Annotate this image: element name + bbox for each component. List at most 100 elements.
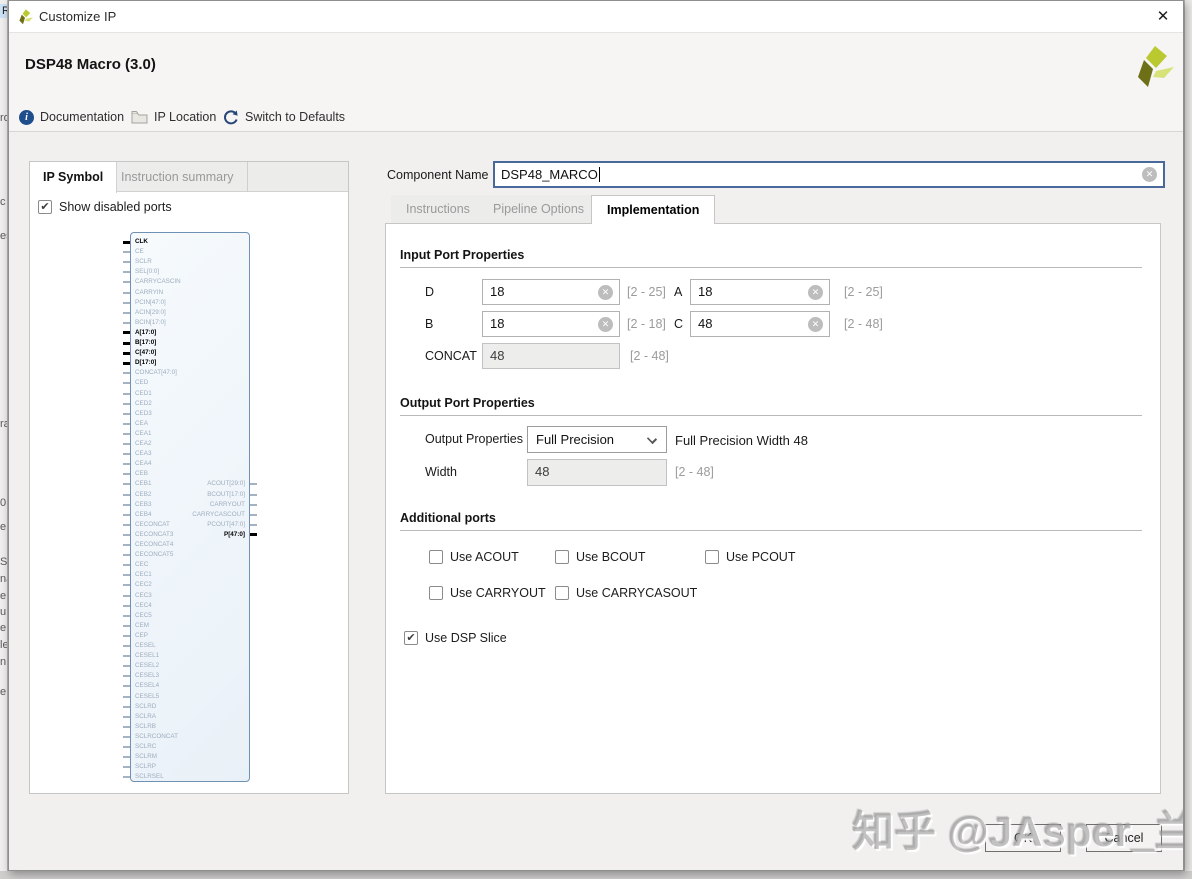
port-stub — [123, 422, 130, 425]
d-width-input[interactable]: 18 ✕ — [482, 279, 620, 305]
background-text-fragment: c — [0, 196, 6, 208]
close-icon[interactable]: ✕ — [1151, 5, 1175, 29]
cancel-button[interactable]: Cancel — [1086, 824, 1162, 852]
port-stub — [123, 513, 130, 516]
symbol-port-d170: D[17:0] — [123, 358, 249, 368]
use-dsp-slice-label: Use DSP Slice — [425, 631, 507, 645]
clear-icon[interactable]: ✕ — [598, 284, 613, 300]
tab-implementation[interactable]: Implementation — [591, 195, 716, 224]
symbol-port-bcin170: BCIN[17:0] — [123, 318, 249, 328]
symbol-port-sclrp: SCLRP — [123, 762, 249, 772]
use-pcout-checkbox[interactable]: Use PCOUT — [705, 550, 795, 564]
port-stub — [123, 291, 130, 294]
clear-icon[interactable]: ✕ — [808, 316, 823, 332]
clear-icon[interactable]: ✕ — [598, 316, 613, 332]
a-width-value: 18 — [698, 284, 713, 299]
b-width-input[interactable]: 18 ✕ — [482, 311, 620, 337]
ip-location-button[interactable]: IP Location — [131, 107, 216, 127]
background-text-fragment: n — [0, 656, 7, 668]
port-stub — [123, 523, 130, 526]
symbol-port-cesel3: CESEL3 — [123, 671, 249, 681]
port-stub — [123, 533, 130, 536]
switch-to-defaults-button[interactable]: Switch to Defaults — [223, 107, 345, 127]
customize-ip-dialog: Customize IP ✕ DSP48 Macro (3.0) i Docum… — [8, 0, 1184, 871]
checkbox-icon[interactable] — [429, 550, 443, 564]
port-stub — [123, 655, 130, 658]
symbol-port-a170: A[17:0] — [123, 328, 249, 338]
port-stub — [123, 240, 130, 244]
checkbox-icon[interactable]: ✔ — [404, 631, 418, 645]
port-stub — [123, 604, 130, 607]
chevron-down-icon — [646, 433, 658, 445]
symbol-port-cec3: CEC3 — [123, 591, 249, 601]
use-acout-checkbox[interactable]: Use ACOUT — [429, 550, 519, 564]
dialog-titlebar[interactable]: Customize IP ✕ — [9, 1, 1183, 33]
ip-symbol-diagram: CLK CE SCLR SEL[0:0] CARRYCASCIN CARRYIN PCIN[… — [123, 232, 257, 782]
background-text-fragment: SF — [0, 556, 8, 568]
symbol-port-acin290: ACIN[29:0] — [123, 308, 249, 318]
port-stub — [123, 574, 130, 577]
width-value: 48 — [535, 464, 550, 479]
tab-pipeline-options[interactable]: Pipeline Options — [478, 195, 601, 223]
width-input: 48 — [527, 459, 667, 486]
port-stub — [123, 261, 130, 264]
port-stub — [123, 766, 130, 769]
folder-icon — [131, 110, 148, 124]
symbol-port-ceconcat5: CECONCAT5 — [123, 550, 249, 560]
tab-ip-symbol[interactable]: IP Symbol — [30, 162, 118, 193]
port-stub — [250, 533, 257, 537]
a-width-input[interactable]: 18 ✕ — [690, 279, 830, 305]
checkbox-icon[interactable] — [429, 586, 443, 600]
clear-icon[interactable]: ✕ — [808, 284, 823, 300]
symbol-port-sclrsel: SCLRSEL — [123, 772, 249, 782]
port-stub — [123, 624, 130, 627]
port-stub — [123, 361, 130, 365]
tab-instructions[interactable]: Instructions — [391, 195, 486, 223]
switch-to-defaults-label: Switch to Defaults — [245, 110, 346, 124]
xilinx-logo-icon — [1132, 45, 1174, 89]
port-stub — [250, 513, 257, 516]
checkbox-icon[interactable]: ✔ — [38, 200, 52, 214]
symbol-port-sclrm: SCLRM — [123, 752, 249, 762]
use-carryout-checkbox[interactable]: Use CARRYOUT — [429, 586, 546, 600]
symbol-port-ced3: CED3 — [123, 409, 249, 419]
text-cursor — [598, 167, 600, 182]
port-stub — [123, 271, 130, 274]
port-stub — [123, 685, 130, 688]
use-dsp-slice-checkbox[interactable]: ✔ Use DSP Slice — [404, 631, 507, 645]
symbol-port-ceb: CEB — [123, 469, 249, 479]
port-stub — [123, 331, 130, 335]
port-stub — [123, 564, 130, 567]
symbol-port-cea3: CEA3 — [123, 449, 249, 459]
output-properties-select[interactable]: Full Precision — [527, 426, 667, 453]
background-text-fragment: es — [0, 230, 7, 242]
ok-button[interactable]: OK — [985, 824, 1061, 852]
checkbox-icon[interactable] — [555, 586, 569, 600]
tab-instruction-summary[interactable]: Instruction summary — [108, 162, 248, 192]
symbol-port-sclra: SCLRA — [123, 712, 249, 722]
component-name-input[interactable]: DSP48_MARCO ✕ — [493, 161, 1165, 188]
symbol-port-sclrconcat: SCLRCONCAT — [123, 732, 249, 742]
symbol-port-cec5: CEC5 — [123, 611, 249, 621]
port-stub — [123, 392, 130, 395]
implementation-panel: Input Port Properties D 18 ✕ [2 - 25] A … — [385, 223, 1161, 794]
width-range-label: [2 - 48] — [675, 465, 714, 479]
use-carrycasout-checkbox[interactable]: Use CARRYCASOUT — [555, 586, 697, 600]
port-stub — [123, 756, 130, 759]
d-range-label: [2 - 25] — [627, 285, 666, 299]
b-width-value: 18 — [490, 316, 505, 331]
width-label: Width — [425, 465, 457, 479]
port-stub — [123, 584, 130, 587]
background-text-fragment: e — [0, 590, 7, 602]
symbol-port-ceconcat4: CECONCAT4 — [123, 540, 249, 550]
show-disabled-ports-checkbox[interactable]: ✔ Show disabled ports — [38, 200, 172, 214]
clear-icon[interactable]: ✕ — [1142, 167, 1157, 182]
documentation-button[interactable]: i Documentation — [19, 107, 124, 127]
use-bcout-checkbox[interactable]: Use BCOUT — [555, 550, 645, 564]
c-width-input[interactable]: 48 ✕ — [690, 311, 830, 337]
checkbox-icon[interactable] — [705, 550, 719, 564]
background-text-fragment: e — [0, 686, 7, 698]
checkbox-icon[interactable] — [555, 550, 569, 564]
output-properties-label: Output Properties — [425, 432, 523, 446]
d-width-value: 18 — [490, 284, 505, 299]
